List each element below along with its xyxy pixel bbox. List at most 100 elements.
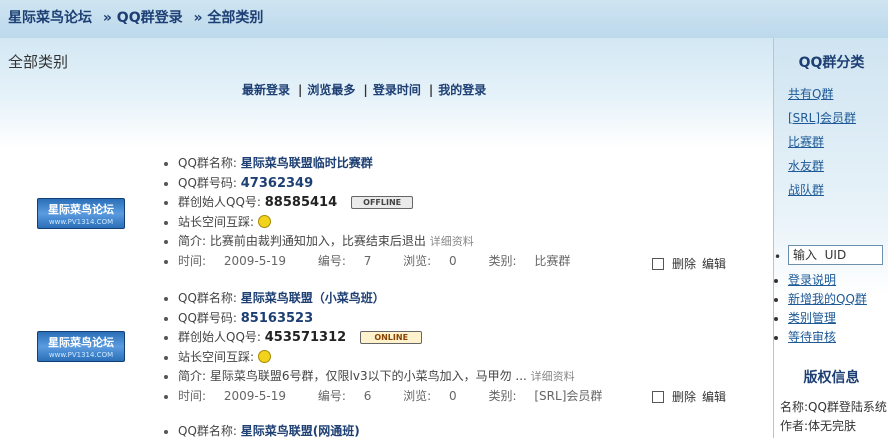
label-founder: 群创始人QQ号: bbox=[178, 330, 261, 344]
breadcrumb: 星际菜鸟论坛 » QQ群登录 » 全部类别 bbox=[8, 7, 269, 27]
meta-id: 编号: 6 bbox=[317, 388, 372, 403]
category-link[interactable]: 战队群 bbox=[788, 178, 856, 202]
group-intro-row: 简介: 星际菜鸟联盟6号群，仅限lv3以下的小菜鸟加入，马甲勿 ... 详细资料 bbox=[178, 367, 630, 387]
group-meta-row: 时间: 2009-5-19 编号: 6 浏览: 0 类别: [SRL]会员群 bbox=[178, 387, 630, 407]
smile-icon[interactable] bbox=[257, 349, 271, 363]
badge-text: 星际菜鸟论坛 bbox=[48, 203, 114, 216]
sidebar-link-item: 登录说明 bbox=[788, 271, 867, 290]
meta-views: 浏览: 0 bbox=[403, 388, 457, 403]
sidebar-link-item: 类别管理 bbox=[788, 309, 867, 328]
group-actions: 删除 编辑 bbox=[652, 255, 732, 272]
tab-separator: | bbox=[363, 83, 368, 97]
breadcrumb-all[interactable]: » 全部类别 bbox=[193, 10, 263, 26]
group-actions: 删除 编辑 bbox=[652, 388, 732, 405]
group-intro: 星际菜鸟联盟6号群，仅限lv3以下的小菜鸟加入，马甲勿 ... bbox=[209, 369, 527, 383]
meta-category: 类别: [SRL]会员群 bbox=[488, 388, 603, 403]
meta-id: 编号: 7 bbox=[317, 253, 372, 268]
sort-tabs: 最新登录 | 浏览最多 | 登录时间 | 我的登录 bbox=[242, 81, 486, 98]
select-checkbox[interactable] bbox=[652, 258, 664, 270]
details-link[interactable]: 详细资料 bbox=[430, 235, 474, 248]
group-name[interactable]: 星际菜鸟联盟(网通班) bbox=[241, 424, 360, 438]
badge-url: www.PV1314.COM bbox=[48, 351, 114, 359]
meta-category: 类别: 比赛群 bbox=[488, 253, 571, 268]
label-space: 站长空间互踩: bbox=[178, 349, 255, 364]
label-space: 站长空间互踩: bbox=[178, 214, 255, 229]
group-details: QQ群名称: 星际菜鸟联盟临时比赛群 QQ群号码: 47362349 群创始人Q… bbox=[162, 154, 598, 271]
bullet-icon: • bbox=[774, 250, 782, 264]
group-intro: 比赛前由裁判通知加入，比赛结束后退出 bbox=[209, 234, 426, 248]
group-founder-row: 群创始人QQ号: 453571312 ONLINE bbox=[178, 328, 630, 348]
tab-latest-login[interactable]: 最新登录 bbox=[242, 83, 290, 97]
badge-text: 星际菜鸟论坛 bbox=[48, 336, 114, 349]
qq-status-icon[interactable]: OFFLINE bbox=[351, 196, 414, 209]
label-name: QQ群名称: bbox=[178, 156, 237, 170]
category-list: 共有Q群 [SRL]会员群 比赛群 水友群 战队群 bbox=[788, 82, 856, 202]
label-name: QQ群名称: bbox=[178, 424, 237, 438]
meta-time: 时间: 2009-5-19 bbox=[178, 253, 286, 268]
group-intro-row: 简介: 比赛前由裁判通知加入，比赛结束后退出 详细资料 bbox=[178, 232, 598, 252]
founder-qq: 453571312 bbox=[264, 330, 347, 345]
select-checkbox[interactable] bbox=[652, 391, 664, 403]
tab-my-login[interactable]: 我的登录 bbox=[438, 83, 486, 97]
sidebar-link-item: 新增我的QQ群 bbox=[788, 290, 867, 309]
group-meta-row: 时间: 2009-5-19 编号: 7 浏览: 0 类别: 比赛群 bbox=[178, 252, 598, 272]
copyright-title: 版权信息 bbox=[803, 370, 860, 386]
label-name: QQ群名称: bbox=[178, 291, 237, 305]
label-intro: 简介: bbox=[178, 369, 207, 383]
label-number: QQ群号码: bbox=[178, 310, 237, 325]
label-intro: 简介: bbox=[178, 234, 207, 248]
group-space-row: 站长空间互踩: bbox=[178, 348, 630, 368]
add-my-group-link[interactable]: 新增我的QQ群 bbox=[788, 292, 867, 306]
tab-most-viewed[interactable]: 浏览最多 bbox=[307, 83, 355, 97]
group-details: QQ群名称: 星际菜鸟联盟（小菜鸟班） QQ群号码: 85163523 群创始人… bbox=[162, 289, 630, 406]
category-link[interactable]: 比赛群 bbox=[788, 130, 856, 154]
tab-separator: | bbox=[298, 83, 303, 97]
group-name-row: QQ群名称: 星际菜鸟联盟临时比赛群 bbox=[178, 154, 598, 174]
group-details: QQ群名称: 星际菜鸟联盟(网通班) bbox=[162, 422, 360, 438]
group-founder-row: 群创始人QQ号: 88585414 OFFLINE bbox=[178, 193, 598, 213]
sidebar-link-item: 等待审核 bbox=[788, 328, 867, 347]
badge-url: www.PV1314.COM bbox=[48, 218, 114, 226]
forum-logo-badge[interactable]: 星际菜鸟论坛 www.PV1314.COM bbox=[37, 198, 125, 229]
top-bar: 星际菜鸟论坛 » QQ群登录 » 全部类别 bbox=[0, 0, 888, 38]
group-space-row: 站长空间互踩: bbox=[178, 213, 598, 233]
group-name-row: QQ群名称: 星际菜鸟联盟(网通班) bbox=[178, 422, 360, 438]
group-name[interactable]: 星际菜鸟联盟（小菜鸟班） bbox=[241, 291, 385, 305]
login-help-link[interactable]: 登录说明 bbox=[788, 273, 836, 287]
copyright-author: 作者:体无完肤 bbox=[780, 419, 857, 433]
label-number: QQ群号码: bbox=[178, 175, 237, 190]
group-number: 47362349 bbox=[240, 175, 314, 191]
edit-link[interactable]: 编辑 bbox=[702, 257, 726, 271]
meta-time: 时间: 2009-5-19 bbox=[178, 388, 286, 403]
sidebar-links: 登录说明 新增我的QQ群 类别管理 等待审核 bbox=[788, 271, 867, 347]
breadcrumb-site[interactable]: 星际菜鸟论坛 bbox=[8, 10, 92, 26]
meta-views: 浏览: 0 bbox=[403, 253, 457, 268]
uid-input[interactable] bbox=[788, 245, 883, 265]
label-founder: 群创始人QQ号: bbox=[178, 195, 261, 209]
group-name[interactable]: 星际菜鸟联盟临时比赛群 bbox=[241, 156, 373, 170]
edit-link[interactable]: 编辑 bbox=[702, 390, 726, 404]
delete-link[interactable]: 删除 bbox=[672, 257, 696, 271]
main-content: 全部类别 最新登录 | 浏览最多 | 登录时间 | 我的登录 星际菜鸟论坛 www.PV13… bbox=[0, 38, 773, 438]
group-number-row: QQ群号码: 47362349 bbox=[178, 174, 598, 194]
forum-logo-badge[interactable]: 星际菜鸟论坛 www.PV1314.COM bbox=[37, 331, 125, 362]
category-link[interactable]: 共有Q群 bbox=[788, 82, 856, 106]
category-link[interactable]: [SRL]会员群 bbox=[788, 106, 856, 130]
sidebar: QQ群分类 共有Q群 [SRL]会员群 比赛群 水友群 战队群 • 登录说明 新… bbox=[773, 38, 888, 438]
details-link[interactable]: 详细资料 bbox=[531, 370, 575, 383]
tab-separator: | bbox=[428, 83, 434, 97]
sidebar-title: QQ群分类 bbox=[798, 55, 865, 71]
category-link[interactable]: 水友群 bbox=[788, 154, 856, 178]
pending-review-link[interactable]: 等待审核 bbox=[788, 330, 836, 344]
tab-login-time[interactable]: 登录时间 bbox=[373, 83, 421, 97]
group-name-row: QQ群名称: 星际菜鸟联盟（小菜鸟班） bbox=[178, 289, 630, 309]
founder-qq: 88585414 bbox=[264, 195, 338, 210]
qq-status-icon[interactable]: ONLINE bbox=[360, 331, 423, 344]
smile-icon[interactable] bbox=[257, 214, 271, 228]
group-number: 85163523 bbox=[240, 310, 314, 326]
category-manage-link[interactable]: 类别管理 bbox=[788, 311, 836, 325]
group-number-row: QQ群号码: 85163523 bbox=[178, 309, 630, 329]
page-title: 全部类别 bbox=[8, 53, 69, 71]
breadcrumb-qq-login[interactable]: » QQ群登录 bbox=[103, 10, 183, 26]
delete-link[interactable]: 删除 bbox=[672, 390, 696, 404]
